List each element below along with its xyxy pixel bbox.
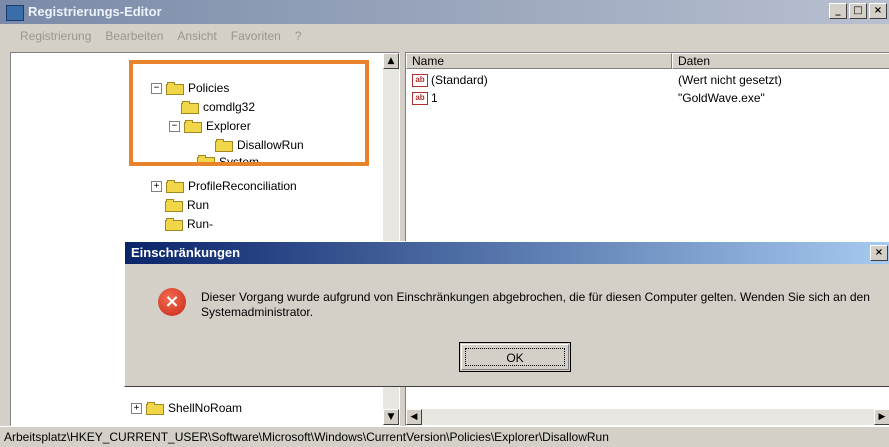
- ok-button-label: OK: [465, 348, 565, 366]
- tree-item-run[interactable]: Run: [165, 196, 209, 214]
- column-header-data[interactable]: Daten: [672, 53, 889, 69]
- restrictions-dialog: Einschränkungen × × Dieser Vorgang wurde…: [124, 241, 889, 387]
- tree-item-label: ShellNoRoam: [168, 401, 243, 415]
- menu-ansicht[interactable]: Ansicht: [177, 26, 216, 46]
- menu-favoriten[interactable]: Favoriten: [231, 26, 281, 46]
- scroll-left-icon[interactable]: ◀: [406, 409, 422, 425]
- tree-item-profilereconciliation[interactable]: + ProfileReconciliation: [151, 177, 297, 195]
- string-value-icon: ab: [412, 92, 428, 106]
- dialog-close-button[interactable]: ×: [870, 245, 888, 261]
- menu-registrierung[interactable]: Registrierung: [20, 26, 91, 46]
- menu-bearbeiten[interactable]: Bearbeiten: [105, 26, 163, 46]
- tree-item-shellnoroam[interactable]: + ShellNoRoam: [131, 399, 242, 417]
- column-header-name[interactable]: Name: [406, 53, 672, 69]
- list-item[interactable]: ab (Standard) (Wert nicht gesetzt): [406, 73, 889, 89]
- title-bar: Registrierungs-Editor _ □ ×: [0, 0, 889, 24]
- folder-icon: [165, 198, 183, 212]
- regedit-icon: [6, 5, 24, 21]
- tree-item-label: Run-: [187, 217, 214, 231]
- regedit-window: Registrierungs-Editor _ □ × Registrierun…: [0, 0, 889, 447]
- dialog-title: Einschränkungen: [125, 242, 889, 264]
- menu-bar: Registrierung Bearbeiten Ansicht Favorit…: [0, 26, 889, 46]
- window-title: Registrierungs-Editor: [28, 4, 162, 19]
- maximize-button[interactable]: □: [849, 3, 867, 19]
- folder-icon: [146, 401, 164, 415]
- expand-icon[interactable]: +: [131, 402, 142, 414]
- string-value-icon: ab: [412, 74, 428, 88]
- scroll-up-icon[interactable]: ▲: [383, 53, 399, 69]
- folder-icon: [165, 217, 183, 231]
- highlight-annotation: [129, 60, 369, 166]
- ok-button[interactable]: OK: [459, 342, 571, 372]
- tree-item-run-minus[interactable]: Run-: [165, 215, 213, 233]
- tree-item-label: Run: [187, 198, 210, 212]
- folder-icon: [166, 179, 184, 193]
- list-horizontal-scrollbar[interactable]: ◀ ▶: [406, 409, 889, 425]
- menu-help[interactable]: ?: [295, 26, 302, 46]
- status-bar: Arbeitsplatz\HKEY_CURRENT_USER\Software\…: [0, 426, 889, 447]
- scroll-right-icon[interactable]: ▶: [874, 409, 889, 425]
- error-icon: ×: [158, 288, 186, 316]
- list-item[interactable]: ab 1 "GoldWave.exe": [406, 91, 889, 107]
- close-button[interactable]: ×: [869, 3, 887, 19]
- scroll-down-icon[interactable]: ▼: [383, 409, 399, 425]
- dialog-message: Dieser Vorgang wurde aufgrund von Einsch…: [201, 290, 870, 319]
- tree-item-label: ProfileReconciliation: [188, 179, 297, 193]
- expand-icon[interactable]: +: [151, 180, 162, 192]
- minimize-button[interactable]: _: [829, 3, 847, 19]
